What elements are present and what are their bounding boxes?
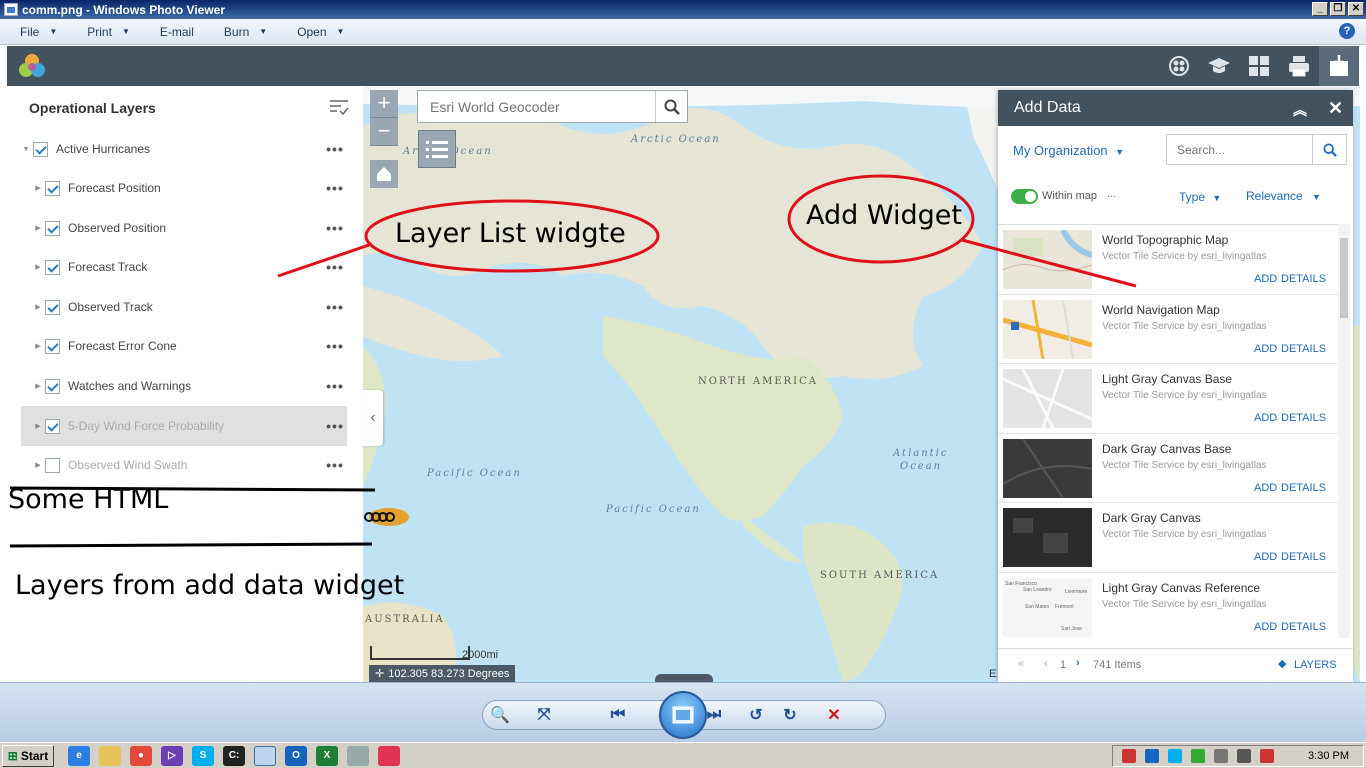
annotation-layer-list-widget: Layer List widgte: [395, 218, 626, 249]
network-icon[interactable]: [1122, 749, 1136, 763]
command-prompt-icon[interactable]: C:: [223, 745, 245, 766]
snipping-tool-icon[interactable]: [378, 745, 400, 766]
annotation-overlay: [9, 174, 1137, 548]
windows-logo-icon: ⊞: [7, 748, 18, 763]
app-icon[interactable]: [347, 745, 369, 766]
zoom-icon[interactable]: 🔍: [483, 701, 517, 729]
photo-viewer-controls: 🔍 ⤧ ⏮ ⏭ ↺ ↻ ✕: [0, 682, 1366, 742]
excel-icon[interactable]: X: [316, 745, 338, 766]
folder-icon[interactable]: [99, 745, 121, 766]
outlook-icon[interactable]: O: [285, 745, 307, 766]
device-icon[interactable]: [1214, 749, 1228, 763]
outlook-tray-icon[interactable]: [1145, 749, 1159, 763]
rotate-right-icon[interactable]: ↻: [773, 701, 807, 729]
photo-viewer-taskbar-icon[interactable]: [254, 745, 276, 766]
previous-icon[interactable]: ⏮: [601, 701, 635, 729]
layer-list-callout-pointer: [277, 242, 373, 278]
annotation-add-widget: Add Widget: [806, 200, 962, 231]
chrome-icon[interactable]: ●: [130, 745, 152, 766]
actual-size-icon[interactable]: ⤧: [527, 701, 561, 729]
security-icon[interactable]: [1191, 749, 1205, 763]
add-widget-callout-pointer: [961, 238, 1137, 288]
slideshow-icon: [672, 706, 694, 724]
divider-line-bottom: [9, 542, 373, 548]
display-icon[interactable]: [1237, 749, 1251, 763]
volume-muted-icon[interactable]: [1260, 749, 1274, 763]
divider-line-top: [9, 486, 376, 492]
clock: 3:30 PM: [1308, 750, 1349, 762]
ie-icon[interactable]: e: [68, 745, 90, 766]
skype-tray-icon[interactable]: [1168, 749, 1182, 763]
slideshow-button[interactable]: [659, 691, 707, 739]
visual-studio-icon[interactable]: ▷: [161, 745, 183, 766]
taskbar: ⊞ Start e ● ▷ S C: O X 3:30 PM: [0, 742, 1366, 768]
rotate-left-icon[interactable]: ↺: [739, 701, 773, 729]
delete-icon[interactable]: ✕: [817, 701, 851, 729]
system-tray: 3:30 PM: [1112, 745, 1364, 767]
start-button[interactable]: ⊞ Start: [2, 744, 54, 767]
skype-icon[interactable]: S: [192, 745, 214, 766]
